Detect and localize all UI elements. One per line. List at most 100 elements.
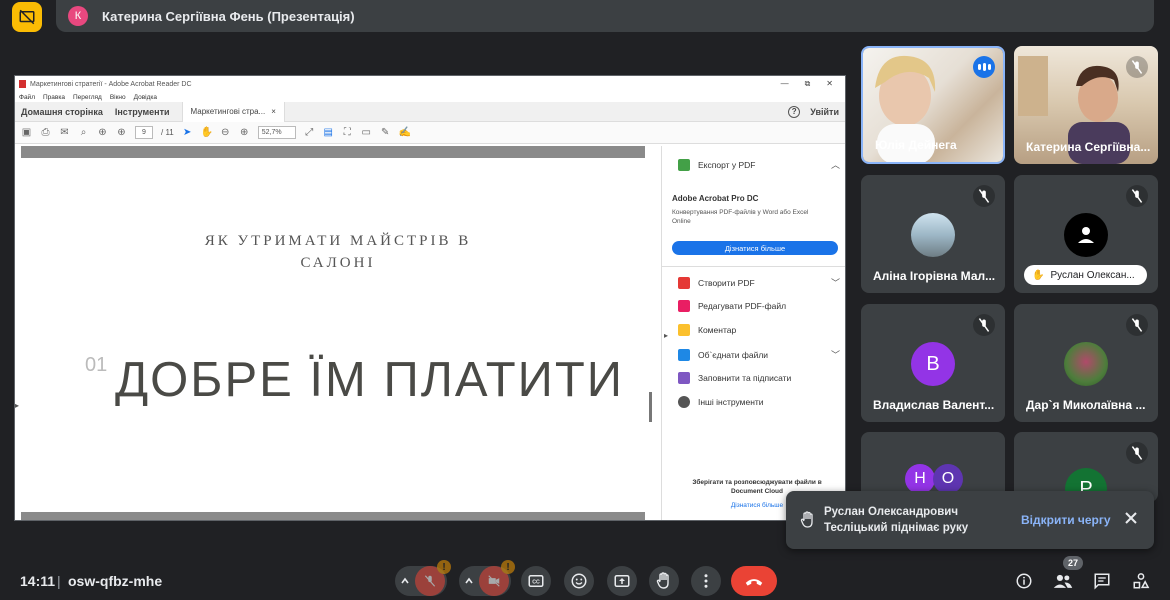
mic-off-icon xyxy=(1126,185,1148,207)
menu-window: Вікно xyxy=(109,93,126,101)
raise-hand-notification: Руслан Олександрович Теслiцький піднімає… xyxy=(786,491,1154,549)
meeting-time: 14:11 xyxy=(20,573,56,589)
anonymous-avatar-icon xyxy=(1064,213,1108,257)
chevron-down-icon: ﹀ xyxy=(830,278,840,288)
activities-icon xyxy=(1133,573,1150,589)
mic-toggle-button[interactable]: ! xyxy=(415,560,451,596)
comment-icon: ✎ xyxy=(381,127,390,138)
presenter-banner: К Катерина Сергіївна Фень (Презентація) xyxy=(56,0,1154,32)
warning-badge: ! xyxy=(437,560,451,574)
tool-label: Коментар xyxy=(698,325,737,335)
chevron-up-icon xyxy=(401,577,409,584)
captions-button[interactable]: CC xyxy=(521,566,551,596)
tool-label: Створити PDF xyxy=(698,277,755,288)
select-cursor-icon: ➤ xyxy=(183,127,192,138)
camera-off-icon xyxy=(488,575,500,587)
fit-page-icon: ⤢ xyxy=(305,127,314,138)
raised-hand-name-pill: ✋ Руслан Олексан... xyxy=(1024,265,1147,285)
mic-off-icon xyxy=(1126,314,1148,336)
close-tab-icon: × xyxy=(271,107,276,116)
reactions-button[interactable] xyxy=(564,566,594,596)
participant-tile[interactable]: Катерина Сергіївна... xyxy=(1014,46,1158,164)
more-vert-icon xyxy=(704,574,708,588)
page-down-icon: ⊕ xyxy=(117,127,126,138)
chat-button[interactable] xyxy=(1092,571,1112,591)
tool-create-pdf: Створити PDF ﹀ xyxy=(678,276,840,289)
tool-combine: Об`єднати файли ﹀ xyxy=(678,348,840,361)
raised-hand-icon: ✋ xyxy=(1032,269,1045,281)
participant-photo xyxy=(911,213,955,257)
present-now-button[interactable] xyxy=(607,566,637,596)
mic-off-icon xyxy=(1126,56,1148,78)
document-tab: Маркетингові стра... × xyxy=(181,101,285,122)
camera-toggle-button[interactable]: ! xyxy=(479,560,515,596)
participant-tile[interactable]: ✋ Руслан Олексан... xyxy=(1014,175,1158,293)
chevron-up-icon xyxy=(465,577,473,584)
svg-text:CC: CC xyxy=(532,580,540,586)
end-call-icon xyxy=(745,579,763,586)
menu-help: Довідка xyxy=(133,93,158,101)
scroll-mode-icon: ▤ xyxy=(323,127,333,138)
mail-icon: ✉ xyxy=(60,127,69,138)
raise-hand-button[interactable] xyxy=(649,566,679,596)
meeting-details-button[interactable] xyxy=(1014,571,1034,591)
page-total: / 11 xyxy=(161,128,174,137)
activities-button[interactable] xyxy=(1131,571,1151,591)
acrobat-tab-bar: Домашня сторінка Інструменти Маркетингов… xyxy=(15,101,845,122)
participant-tile[interactable]: В Владислав Валент... xyxy=(861,304,1005,422)
learn-more-button: Дізнатися більше xyxy=(672,241,838,255)
combine-files-icon xyxy=(678,348,690,361)
people-button[interactable] xyxy=(1053,571,1073,591)
tools-side-panel: ▸ Експорт у PDF ︿ Adobe Acrobat Pro DC К… xyxy=(661,146,845,520)
participant-tile[interactable]: Юлія Дейнега xyxy=(861,46,1005,164)
participant-avatar: Н xyxy=(905,464,935,494)
separator: | xyxy=(57,573,61,589)
document-scrollbar xyxy=(649,392,652,422)
participant-count-badge: 27 xyxy=(1063,556,1083,570)
raised-hand-icon xyxy=(800,511,816,534)
tool-edit-pdf: Редагувати PDF-файл xyxy=(678,300,840,312)
read-mode-icon: ▭ xyxy=(361,127,371,138)
print-icon: ⎙ xyxy=(41,127,50,138)
slide-number: 01 xyxy=(85,354,108,376)
more-options-button[interactable] xyxy=(691,566,721,596)
minimize-icon: — xyxy=(780,79,789,88)
pro-description: Конвертування PDF-файлів у Word або Exce… xyxy=(672,209,809,225)
mic-options-button[interactable] xyxy=(395,576,415,586)
divider xyxy=(662,266,845,267)
create-pdf-icon xyxy=(678,276,690,289)
export-pdf-label: Експорт у PDF xyxy=(698,159,756,170)
participant-tile[interactable]: Аліна Ігорівна Мал... xyxy=(861,175,1005,293)
info-icon xyxy=(1016,573,1032,589)
present-screen-icon xyxy=(614,575,630,587)
participant-name: Владислав Валент... xyxy=(873,398,995,412)
leave-call-button[interactable] xyxy=(731,566,777,596)
close-icon[interactable] xyxy=(1122,509,1140,527)
menu-bar: Файл Правка Перегляд Вікно Довідка xyxy=(15,92,845,102)
zoom-in-icon: ⊕ xyxy=(240,127,249,138)
open-queue-link[interactable]: Відкрити чергу xyxy=(1021,513,1111,527)
mic-off-icon xyxy=(973,185,995,207)
edit-pdf-icon xyxy=(678,300,690,312)
tool-comment: Коментар xyxy=(678,324,840,336)
page-up-icon: ⊕ xyxy=(98,127,107,138)
slide-title: ДОБРЕ ЇМ ПЛАТИТИ xyxy=(115,353,625,407)
presentation-status-button[interactable] xyxy=(12,2,42,32)
nav-home: Домашня сторінка xyxy=(21,106,103,117)
mic-off-icon xyxy=(973,314,995,336)
meeting-code: osw-qfbz-mhe xyxy=(68,573,163,589)
participant-name: Катерина Сергіївна... xyxy=(1026,140,1150,154)
presenter-avatar: К xyxy=(68,6,88,26)
emoji-icon xyxy=(571,573,587,589)
window-title: Маркетингові стратегії - Adobe Acrobat R… xyxy=(30,80,192,88)
camera-options-button[interactable] xyxy=(459,576,479,586)
participant-tile[interactable]: Дар`я Миколаївна ... xyxy=(1014,304,1158,422)
page-number-field: 9 xyxy=(135,126,153,139)
menu-edit: Правка xyxy=(42,93,65,101)
participant-name: Руслан Олексан... xyxy=(1050,269,1135,281)
menu-view: Перегляд xyxy=(72,93,102,101)
shared-screen: Маркетингові стратегії - Adobe Acrobat R… xyxy=(14,75,846,521)
mic-off-icon xyxy=(424,575,436,587)
camera-control: ! xyxy=(459,560,515,596)
search-icon: ⌕ xyxy=(80,127,87,138)
